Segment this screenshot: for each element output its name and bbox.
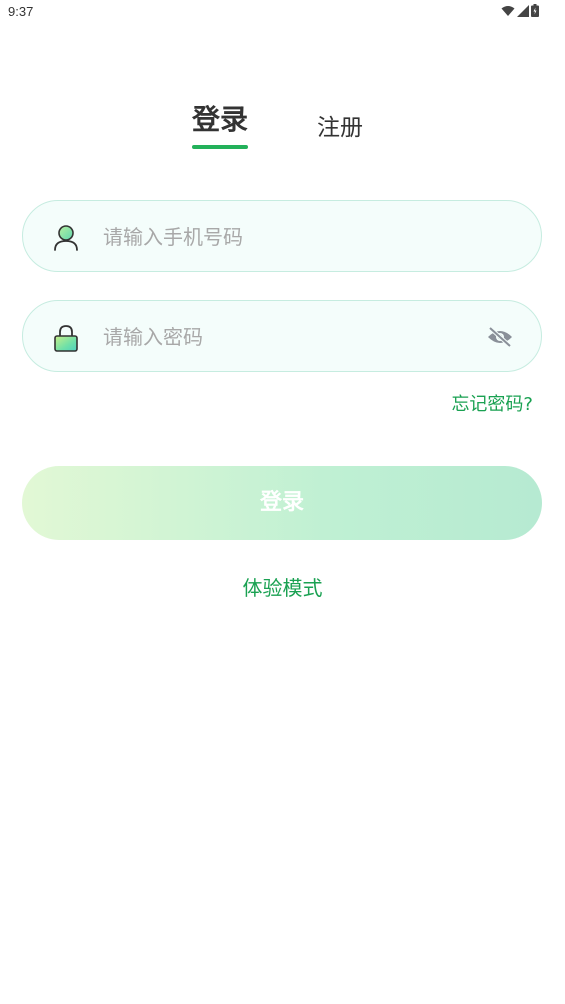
status-time: 9:37 [8, 4, 34, 19]
status-icons [501, 4, 539, 17]
lock-icon [51, 323, 81, 353]
trial-mode-link[interactable]: 体验模式 [0, 572, 565, 601]
battery-icon [531, 4, 539, 17]
tab-register[interactable]: 注册 [317, 108, 363, 142]
active-tab-indicator [192, 145, 248, 149]
tab-login[interactable]: 登录 [192, 98, 248, 138]
login-button[interactable]: 登录 [22, 466, 542, 540]
eye-off-icon[interactable] [487, 326, 513, 348]
user-icon [51, 223, 81, 253]
password-input-placeholder: 请输入密码 [103, 325, 203, 349]
wifi-icon [501, 5, 515, 17]
status-bar: 9:37 [0, 0, 565, 24]
forgot-password-link[interactable]: 忘记密码? [451, 390, 533, 416]
signal-icon [517, 4, 529, 17]
phone-field[interactable]: 请输入手机号码 [22, 200, 542, 272]
phone-input-placeholder: 请输入手机号码 [103, 225, 243, 249]
password-field[interactable]: 请输入密码 [22, 300, 542, 372]
